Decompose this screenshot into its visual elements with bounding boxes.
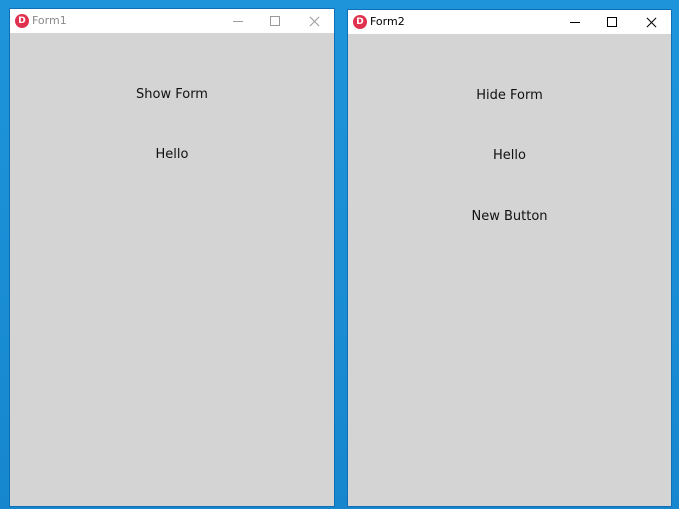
new-button[interactable]: New Button [465, 207, 553, 226]
form2-maximize-button[interactable] [593, 10, 631, 34]
form1-minimize-button[interactable] [219, 9, 257, 33]
app-logo-letter: D [18, 15, 26, 26]
close-icon [309, 16, 320, 27]
form2-client-area: Hide Form Hello New Button [348, 34, 671, 506]
hide-form-button[interactable]: Hide Form [470, 86, 549, 105]
app-logo-icon: D [15, 14, 29, 28]
form1-window[interactable]: D Form1 Show Form Hello [9, 8, 335, 507]
minimize-icon [233, 20, 243, 22]
maximize-icon [607, 17, 617, 27]
form1-close-button[interactable] [295, 9, 333, 33]
form1-client-area: Show Form Hello [10, 33, 334, 506]
form1-titlebar[interactable]: D Form1 [10, 9, 334, 33]
form2-title: Form2 [370, 15, 405, 28]
show-form-button[interactable]: Show Form [130, 85, 214, 104]
hello-button[interactable]: Hello [487, 146, 532, 165]
hello-button[interactable]: Hello [150, 145, 195, 164]
minimize-icon [570, 21, 580, 23]
form1-title: Form1 [32, 14, 67, 27]
maximize-icon [270, 16, 280, 26]
app-logo-icon: D [353, 15, 367, 29]
form2-window[interactable]: D Form2 Hide Form Hello New Button [347, 9, 672, 507]
form1-maximize-button[interactable] [256, 9, 294, 33]
form2-close-button[interactable] [632, 10, 670, 34]
close-icon [646, 17, 657, 28]
form2-titlebar[interactable]: D Form2 [348, 10, 671, 34]
app-logo-letter: D [356, 16, 364, 27]
form2-minimize-button[interactable] [556, 10, 594, 34]
